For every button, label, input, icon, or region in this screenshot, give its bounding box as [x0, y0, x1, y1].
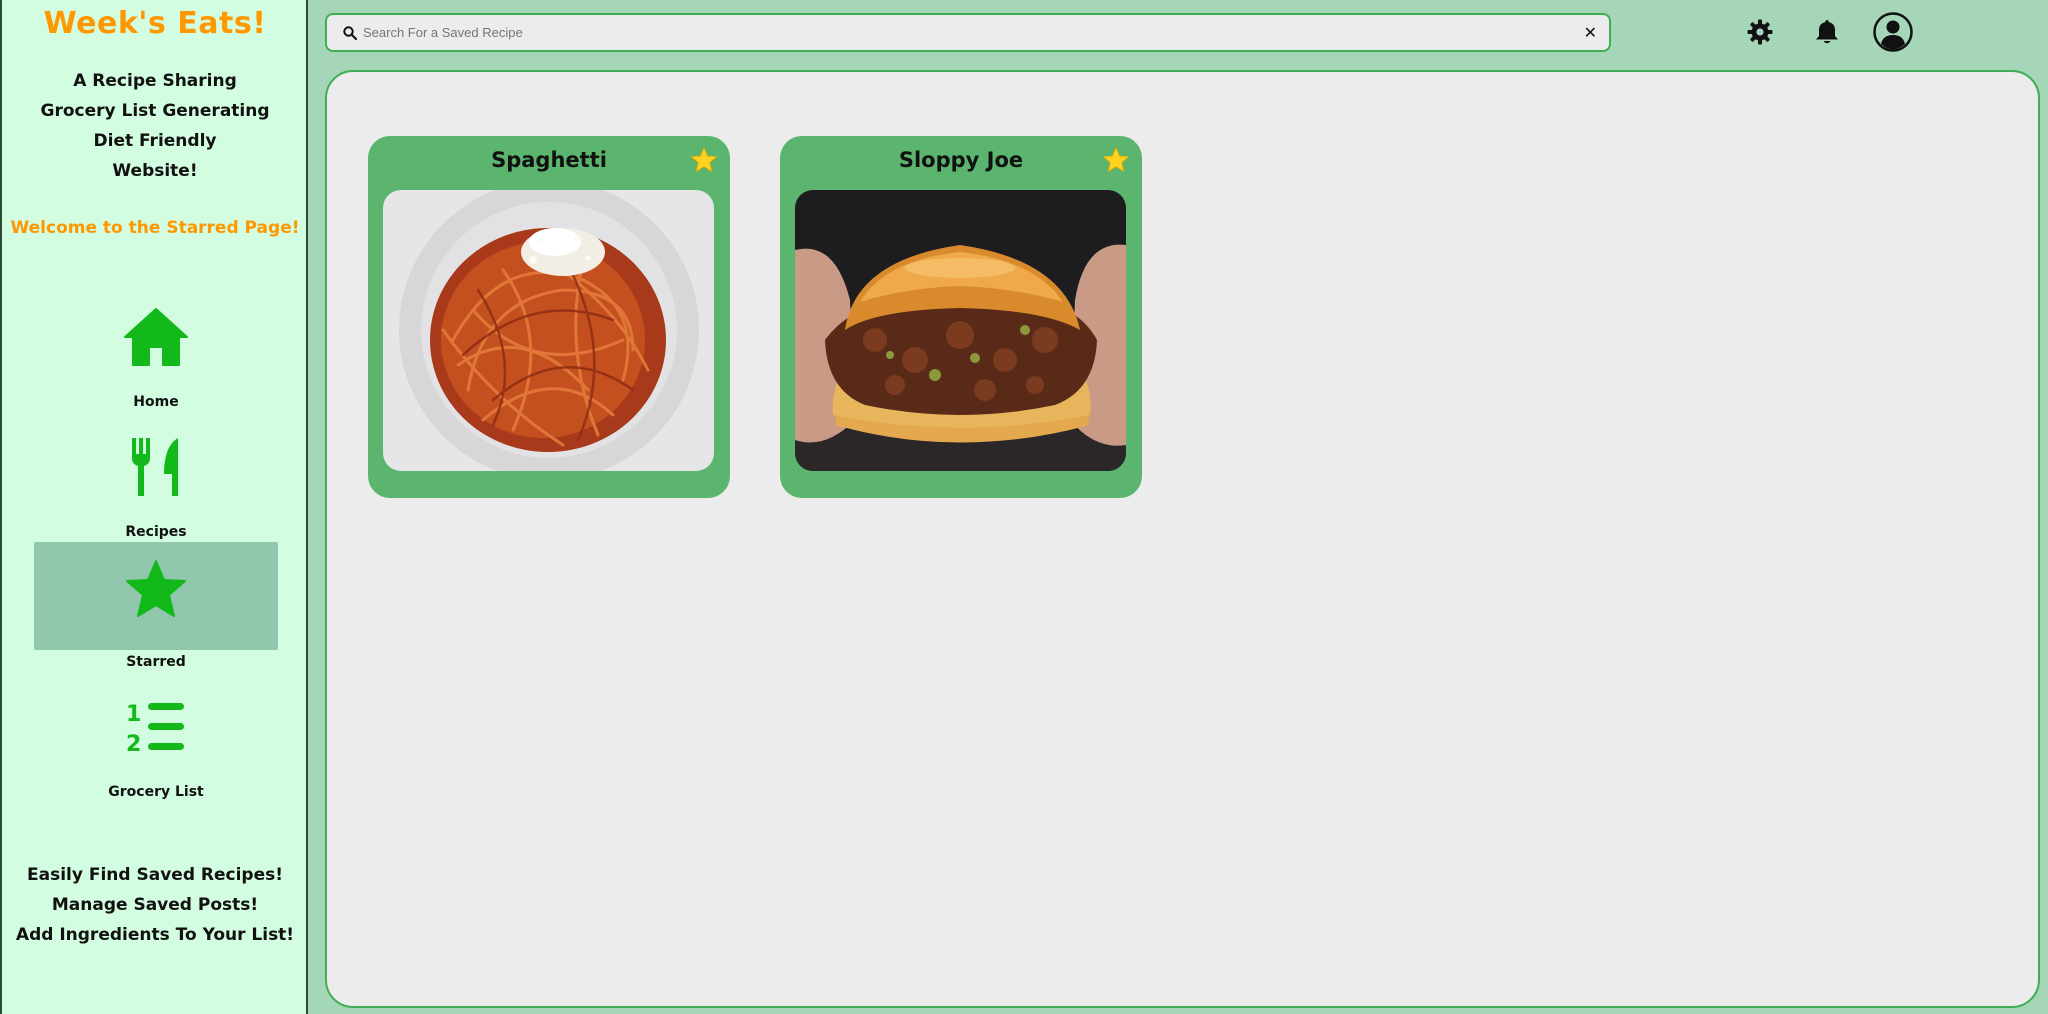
search-input[interactable] [363, 17, 1584, 48]
bell-icon[interactable] [1812, 12, 1842, 52]
tagline: A Recipe Sharing Grocery List Generating… [2, 66, 308, 186]
sidebar-item-home[interactable] [34, 290, 278, 398]
tagline-line: Grocery List Generating [40, 101, 270, 121]
search-bar: ✕ [325, 13, 1611, 52]
search-icon [343, 25, 357, 40]
recipe-title[interactable]: Sloppy Joe [780, 148, 1142, 172]
sidebar-item-starred[interactable] [34, 542, 278, 650]
sidebar: Week's Eats! A Recipe Sharing Grocery Li… [0, 0, 308, 1014]
home-icon [34, 302, 278, 372]
star-icon [34, 554, 278, 624]
star-icon[interactable] [1102, 146, 1130, 174]
svg-text:1: 1 [126, 702, 141, 727]
sidebar-item-grocery-list[interactable]: 1 2 [34, 680, 278, 788]
user-avatar-icon[interactable] [1872, 12, 1914, 52]
sloppy-joe-image[interactable] [795, 190, 1126, 471]
sidebar-item-label[interactable]: Home [34, 394, 278, 410]
main-panel: Spaghetti Sloppy Joe [325, 70, 2040, 1008]
tagline-line: A Recipe Sharing [73, 71, 237, 91]
svg-text:2: 2 [126, 732, 141, 755]
feature-item: Add Ingredients To Your List! [15, 925, 295, 945]
tagline-line: Website! [112, 161, 198, 181]
recipe-card[interactable]: Spaghetti [368, 136, 730, 498]
feature-item: Manage Saved Posts! [51, 895, 259, 915]
brand-title[interactable]: Week's Eats! [2, 6, 308, 41]
numbered-list-icon: 1 2 [34, 692, 278, 762]
recipe-title[interactable]: Spaghetti [368, 148, 730, 172]
recipe-card[interactable]: Sloppy Joe [780, 136, 1142, 498]
feature-item: Easily Find Saved Recipes! [27, 865, 283, 885]
clear-search-button[interactable]: ✕ [1584, 23, 1597, 42]
sidebar-item-label[interactable]: Grocery List [34, 784, 278, 800]
star-icon[interactable] [690, 146, 718, 174]
welcome-message: Welcome to the Starred Page! [10, 218, 300, 238]
spaghetti-image[interactable] [383, 190, 714, 471]
feature-list: Easily Find Saved Recipes! Manage Saved … [2, 860, 308, 950]
gear-icon[interactable] [1745, 12, 1775, 52]
sidebar-item-label[interactable]: Starred [34, 654, 278, 670]
sidebar-item-recipes[interactable] [34, 420, 278, 528]
sidebar-item-label[interactable]: Recipes [34, 524, 278, 540]
tagline-line: Diet Friendly [93, 131, 217, 151]
fork-knife-icon [34, 432, 278, 502]
